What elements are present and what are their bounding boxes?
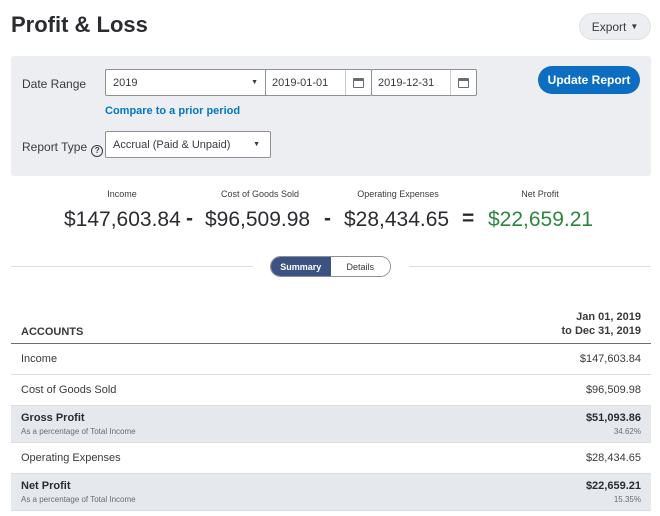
details-tab[interactable]: Details: [330, 257, 390, 276]
opex-summary-value: $28,434.65: [344, 208, 450, 231]
cogs-summary-label: Cost of Goods Sold: [220, 189, 300, 199]
table-row[interactable]: Operating Expenses $28,434.65: [11, 443, 651, 474]
date-range-value: 2019: [113, 76, 138, 89]
period-line-1: Jan 01, 2019: [576, 311, 641, 323]
opex-summary-label: Operating Expenses: [357, 189, 439, 199]
summary-tab[interactable]: Summary: [271, 257, 331, 276]
row-name: Operating Expenses: [21, 452, 121, 464]
report-type-value: Accrual (Paid & Unpaid): [113, 138, 231, 151]
calendar-icon[interactable]: [450, 70, 476, 95]
filter-panel: Date Range 2019 ▼ 2019-01-01 2019-12-31 …: [11, 56, 651, 176]
report-type-label-wrap: Report Type?: [22, 140, 104, 157]
page-title: Profit & Loss: [11, 12, 148, 37]
export-label: Export: [591, 19, 627, 34]
end-date-value: 2019-12-31: [378, 76, 435, 89]
export-button[interactable]: Export ▼: [579, 13, 651, 40]
row-percentage: 34.62%: [613, 427, 641, 436]
row-name: Net Profit: [21, 480, 71, 492]
caret-down-icon: ▼: [630, 22, 639, 31]
minus-operator: -: [186, 207, 193, 230]
cogs-summary-value: $96,509.98: [205, 208, 311, 231]
date-range-label: Date Range: [22, 77, 87, 91]
net-profit-summary-label: Net Profit: [521, 189, 559, 199]
start-date-value: 2019-01-01: [272, 76, 329, 89]
row-percentage: 15.35%: [613, 495, 641, 504]
period-line-2: to Dec 31, 2019: [561, 325, 642, 337]
accounts-table: ACCOUNTS Jan 01, 2019 to Dec 31, 2019 In…: [11, 306, 651, 511]
income-summary-label: Income: [107, 189, 137, 199]
row-amount: $28,434.65: [585, 452, 641, 464]
divider-left: [11, 266, 253, 267]
table-row[interactable]: Cost of Goods Sold $96,509.98: [11, 375, 651, 406]
help-icon[interactable]: ?: [91, 144, 104, 157]
report-type-label: Report Type: [22, 140, 88, 154]
compare-prior-period-link[interactable]: Compare to a prior period: [105, 105, 240, 117]
date-range-select[interactable]: 2019 ▼: [105, 69, 269, 96]
row-name: Income: [21, 353, 58, 365]
view-toggle: Summary Details: [270, 256, 391, 277]
update-report-button[interactable]: Update Report: [538, 66, 640, 94]
end-date-field[interactable]: 2019-12-31: [371, 69, 477, 96]
row-subtitle: As a percentage of Total Income: [21, 427, 136, 436]
table-row-subtotal: Gross Profit As a percentage of Total In…: [11, 406, 651, 443]
chevron-down-icon: ▼: [253, 141, 260, 148]
equals-operator: =: [462, 207, 475, 230]
row-amount: $51,093.86: [585, 412, 641, 424]
minus-operator: -: [324, 207, 331, 230]
table-header: ACCOUNTS Jan 01, 2019 to Dec 31, 2019: [11, 306, 651, 344]
row-name: Cost of Goods Sold: [21, 384, 117, 396]
report-type-select[interactable]: Accrual (Paid & Unpaid) ▼: [105, 131, 271, 158]
divider-right: [409, 266, 651, 267]
row-name: Gross Profit: [21, 412, 85, 424]
period-column-header: Jan 01, 2019 to Dec 31, 2019: [562, 310, 642, 338]
accounts-column-header: ACCOUNTS: [21, 326, 84, 338]
start-date-field[interactable]: 2019-01-01: [265, 69, 372, 96]
income-summary-value: $147,603.84: [64, 208, 181, 231]
table-row-subtotal: Net Profit As a percentage of Total Inco…: [11, 474, 651, 511]
table-row[interactable]: Income $147,603.84: [11, 344, 651, 375]
calendar-icon[interactable]: [345, 70, 371, 95]
row-amount: $147,603.84: [579, 353, 641, 365]
row-subtitle: As a percentage of Total Income: [21, 495, 136, 504]
chevron-down-icon: ▼: [251, 79, 258, 86]
net-profit-summary-value: $22,659.21: [488, 208, 594, 231]
row-amount: $96,509.98: [585, 384, 641, 396]
row-amount: $22,659.21: [585, 480, 641, 492]
